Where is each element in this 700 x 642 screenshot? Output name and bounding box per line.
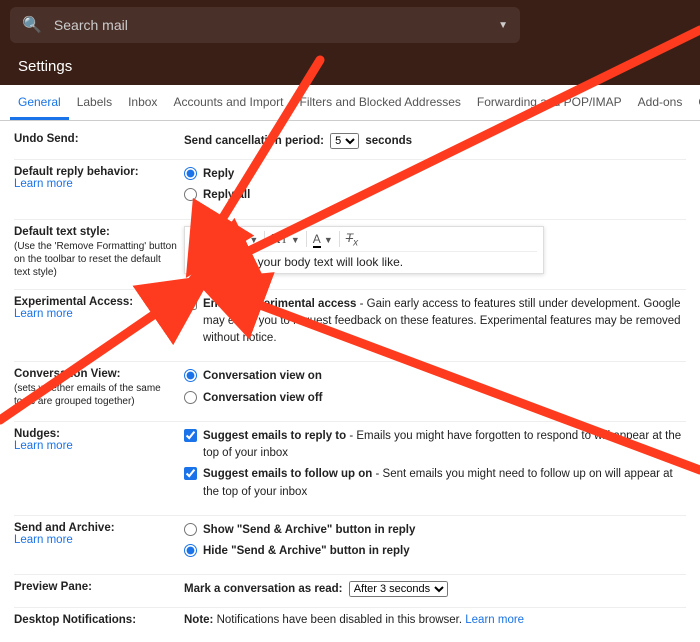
tab-accounts[interactable]: Accounts and Import bbox=[165, 85, 291, 120]
settings-tabs: General Labels Inbox Accounts and Import… bbox=[0, 85, 700, 121]
radio-reply-all[interactable] bbox=[184, 188, 197, 201]
checkbox-nudge-reply[interactable] bbox=[184, 429, 197, 442]
search-input[interactable] bbox=[52, 16, 498, 34]
row-text-style: Default text style: (Use the 'Remove For… bbox=[14, 220, 686, 290]
text-color-dropdown[interactable]: A▼ bbox=[313, 232, 333, 246]
opt-hide-sa: Hide "Send & Archive" button in reply bbox=[203, 543, 410, 560]
opt-conv-off: Conversation view off bbox=[203, 390, 323, 407]
preview-desc-pre: Mark a conversation as read: bbox=[184, 583, 343, 595]
search-icon: 🔍 bbox=[22, 15, 42, 35]
tab-labels[interactable]: Labels bbox=[69, 85, 120, 120]
tab-forwarding[interactable]: Forwarding and POP/IMAP bbox=[469, 85, 630, 120]
text-style-box: Sans Serif▼ 𝗫T▼ A▼ Tx This is what your … bbox=[184, 226, 544, 274]
notif-note-rest: Notifications have been disabled in this… bbox=[213, 614, 465, 626]
learn-more-notif[interactable]: Learn more bbox=[465, 614, 524, 626]
label-nudges: Nudges: bbox=[14, 428, 60, 440]
opt-reply-all: Reply all bbox=[203, 187, 250, 204]
remove-formatting-button[interactable]: Tx bbox=[346, 231, 358, 248]
tab-filters[interactable]: Filters and Blocked Addresses bbox=[292, 85, 469, 120]
label-undo-send: Undo Send: bbox=[14, 133, 184, 149]
row-nudges: Nudges: Learn more Suggest emails to rep… bbox=[14, 422, 686, 516]
row-preview-pane: Preview Pane: Mark a conversation as rea… bbox=[14, 575, 686, 608]
checkbox-nudge-follow[interactable] bbox=[184, 467, 197, 480]
notif-note-bold: Note: bbox=[184, 614, 213, 626]
sub-conversation: (sets whether emails of the same topic a… bbox=[14, 382, 178, 408]
radio-conv-on[interactable] bbox=[184, 369, 197, 382]
label-text-style: Default text style: bbox=[14, 226, 110, 238]
opt-conv-on: Conversation view on bbox=[203, 368, 322, 385]
undo-send-select[interactable]: 5 bbox=[330, 133, 359, 149]
tab-addons[interactable]: Add-ons bbox=[630, 85, 691, 120]
undo-send-desc-pre: Send cancellation period: bbox=[184, 135, 324, 147]
row-experimental: Experimental Access: Learn more Enable e… bbox=[14, 290, 686, 363]
nudge-reply-bold: Suggest emails to reply to bbox=[203, 430, 346, 442]
page-title: Settings bbox=[0, 50, 700, 85]
tab-general[interactable]: General bbox=[10, 85, 69, 120]
learn-more-send-archive[interactable]: Learn more bbox=[14, 534, 73, 546]
row-undo-send: Undo Send: Send cancellation period: 5 s… bbox=[14, 127, 686, 160]
learn-more-nudges[interactable]: Learn more bbox=[14, 440, 73, 452]
tab-chat[interactable]: Chat bbox=[690, 85, 700, 120]
preview-select[interactable]: After 3 seconds bbox=[349, 581, 448, 597]
radio-hide-send-archive[interactable] bbox=[184, 544, 197, 557]
tab-inbox[interactable]: Inbox bbox=[120, 85, 165, 120]
label-conversation: Conversation View: bbox=[14, 368, 121, 380]
row-default-reply: Default reply behavior: Learn more Reply… bbox=[14, 160, 686, 220]
nudge-follow-bold: Suggest emails to follow up on bbox=[203, 468, 372, 480]
opt-reply: Reply bbox=[203, 166, 234, 183]
font-size-dropdown[interactable]: 𝗫T▼ bbox=[271, 232, 300, 247]
undo-send-desc-post: seconds bbox=[365, 135, 412, 147]
row-desktop-notif: Desktop Notifications: Note: Notificatio… bbox=[14, 608, 686, 636]
radio-reply[interactable] bbox=[184, 167, 197, 180]
radio-conv-off[interactable] bbox=[184, 391, 197, 404]
label-desktop-notif: Desktop Notifications: bbox=[14, 614, 184, 626]
text-style-sample: This is what your body text will look li… bbox=[191, 255, 537, 269]
label-send-archive: Send and Archive: bbox=[14, 522, 115, 534]
checkbox-experimental[interactable] bbox=[184, 297, 197, 310]
sub-text-style: (Use the 'Remove Formatting' button on t… bbox=[14, 240, 178, 279]
experimental-bold: Enable experimental access bbox=[203, 298, 356, 310]
label-experimental: Experimental Access: bbox=[14, 296, 133, 308]
topbar: 🔍 ▼ bbox=[0, 0, 700, 50]
font-family-dropdown[interactable]: Sans Serif▼ bbox=[191, 232, 258, 246]
learn-more-experimental[interactable]: Learn more bbox=[14, 308, 73, 320]
label-default-reply: Default reply behavior: bbox=[14, 166, 139, 178]
learn-more-default-reply[interactable]: Learn more bbox=[14, 178, 73, 190]
opt-show-sa: Show "Send & Archive" button in reply bbox=[203, 522, 415, 539]
row-conversation: Conversation View: (sets whether emails … bbox=[14, 362, 686, 422]
search-bar[interactable]: 🔍 ▼ bbox=[10, 7, 520, 43]
settings-content: Undo Send: Send cancellation period: 5 s… bbox=[0, 121, 700, 642]
search-options-dropdown[interactable]: ▼ bbox=[498, 20, 508, 31]
label-preview-pane: Preview Pane: bbox=[14, 581, 184, 597]
